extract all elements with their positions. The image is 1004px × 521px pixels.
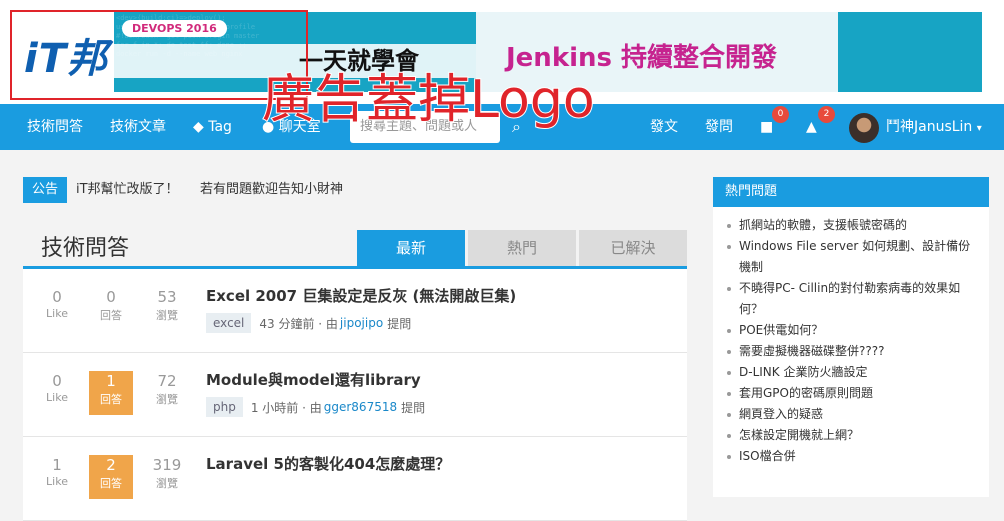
list-item[interactable]: 網頁登入的疑惑 xyxy=(727,404,979,425)
question-tag[interactable]: php xyxy=(206,397,243,417)
announcement-bar: 公告 iT邦幫忙改版了！ 若有問題歡迎告知小財神 xyxy=(23,177,685,203)
like-count[interactable]: 1 Like xyxy=(35,455,79,499)
user-menu[interactable]: 鬥神JanusLin ▾ xyxy=(886,104,982,150)
bell-icon[interactable]: ▲ xyxy=(806,104,817,150)
message-count-badge: 0 xyxy=(772,106,789,123)
avatar[interactable] xyxy=(849,113,879,143)
view-count: 72 瀏覽 xyxy=(156,372,178,406)
user-name: 鬥神JanusLin xyxy=(886,119,973,135)
message-icon[interactable]: ■ xyxy=(760,104,773,150)
question-author[interactable]: gger867518 xyxy=(324,400,397,414)
notification-count-badge: 2 xyxy=(818,106,835,123)
nav-articles[interactable]: 技術文章 xyxy=(110,104,166,150)
answer-count: 1 回答 xyxy=(89,371,133,415)
nav-post[interactable]: 發文 xyxy=(650,104,678,150)
list-item[interactable]: 怎樣設定開機就上網？ xyxy=(727,425,979,446)
annotation-text: 廣告蓋掉Logo xyxy=(261,69,596,131)
tab-latest[interactable]: 最新 xyxy=(357,230,465,266)
tag-icon: ◆ xyxy=(193,119,204,135)
question-meta: php 1 小時前 · 由 gger867518 提問 xyxy=(206,397,425,417)
nav-ask[interactable]: 發問 xyxy=(705,104,733,150)
list-item[interactable]: 需要虛擬機器磁碟整併???? xyxy=(727,341,979,362)
ad-banner-edge xyxy=(838,12,982,92)
list-item[interactable]: POE供電如何？ xyxy=(727,320,979,341)
nav-tag[interactable]: ◆ Tag xyxy=(193,104,232,150)
hot-questions-sidebar: 熱門問題 抓網站的軟體，支援帳號密碼的 Windows File server … xyxy=(713,177,989,497)
tab-solved[interactable]: 已解決 xyxy=(579,230,687,266)
ad2-title: Jenkins 持續整合開發 xyxy=(506,43,778,73)
question-action: 提問 xyxy=(401,400,426,415)
list-item[interactable]: 不曉得PC- Cillin的對付勒索病毒的效果如何？ xyxy=(727,278,979,320)
question-list: 0 Like 0 回答 53 瀏覽 Excel 2007 巨集設定是反灰 (無法開啟巨… xyxy=(23,266,687,521)
list-item[interactable]: Windows File server 如何規劃、設計備份機制 xyxy=(727,236,979,278)
tab-popular[interactable]: 熱門 xyxy=(468,230,576,266)
questions-panel: 技術問答 最新 熱門 已解決 0 Like 0 回答 53 瀏覽 Excel 2007… xyxy=(23,228,687,521)
nav-qa[interactable]: 技術問答 xyxy=(27,104,83,150)
view-count: 319 瀏覽 xyxy=(152,456,182,490)
table-row: 1 Like 2 回答 319 瀏覽 Laravel 5的客製化404怎麼處理？ xyxy=(23,437,687,521)
hot-question-list: 抓網站的軟體，支援帳號密碼的 Windows File server 如何規劃、… xyxy=(713,207,989,467)
table-row: 0 Like 0 回答 53 瀏覽 Excel 2007 巨集設定是反灰 (無法開啟巨… xyxy=(23,269,687,353)
like-count[interactable]: 0 Like xyxy=(35,371,79,415)
question-action: 提問 xyxy=(387,316,412,331)
answer-count: 2 回答 xyxy=(89,455,133,499)
question-author[interactable]: jipojipo xyxy=(340,316,383,330)
page-title: 技術問答 xyxy=(41,236,130,261)
question-tag[interactable]: excel xyxy=(206,313,252,333)
answer-count: 0 回答 xyxy=(100,288,122,322)
question-title[interactable]: Module與model還有library xyxy=(206,369,421,390)
list-item[interactable]: 套用GPO的密碼原則問題 xyxy=(727,383,979,404)
table-row: 0 Like 1 回答 72 瀏覽 Module與model還有library php… xyxy=(23,353,687,437)
list-item[interactable]: 抓網站的軟體，支援帳號密碼的 xyxy=(727,215,979,236)
question-title[interactable]: Laravel 5的客製化404怎麼處理？ xyxy=(206,453,450,474)
announcement-item[interactable]: 若有問題歡迎告知小財神 xyxy=(200,177,343,203)
nav-tag-label: Tag xyxy=(208,119,232,135)
like-count[interactable]: 0 Like xyxy=(35,287,79,331)
announcement-label: 公告 xyxy=(23,177,67,203)
view-count: 53 瀏覽 xyxy=(156,288,178,322)
question-time: 1 小時前 · 由 xyxy=(250,400,322,415)
sidebar-title: 熱門問題 xyxy=(713,177,989,207)
list-item[interactable]: D-LINK 企業防火牆設定 xyxy=(727,362,979,383)
announcement-item[interactable]: iT邦幫忙改版了！ xyxy=(76,177,179,203)
chevron-down-icon: ▾ xyxy=(976,123,982,134)
list-item[interactable]: ISO檔合併 xyxy=(727,446,979,467)
question-meta: excel 43 分鐘前 · 由 jipojipo 提問 xyxy=(206,313,411,333)
question-time: 43 分鐘前 · 由 xyxy=(259,316,338,331)
question-title[interactable]: Excel 2007 巨集設定是反灰 (無法開啟巨集) xyxy=(206,285,516,306)
